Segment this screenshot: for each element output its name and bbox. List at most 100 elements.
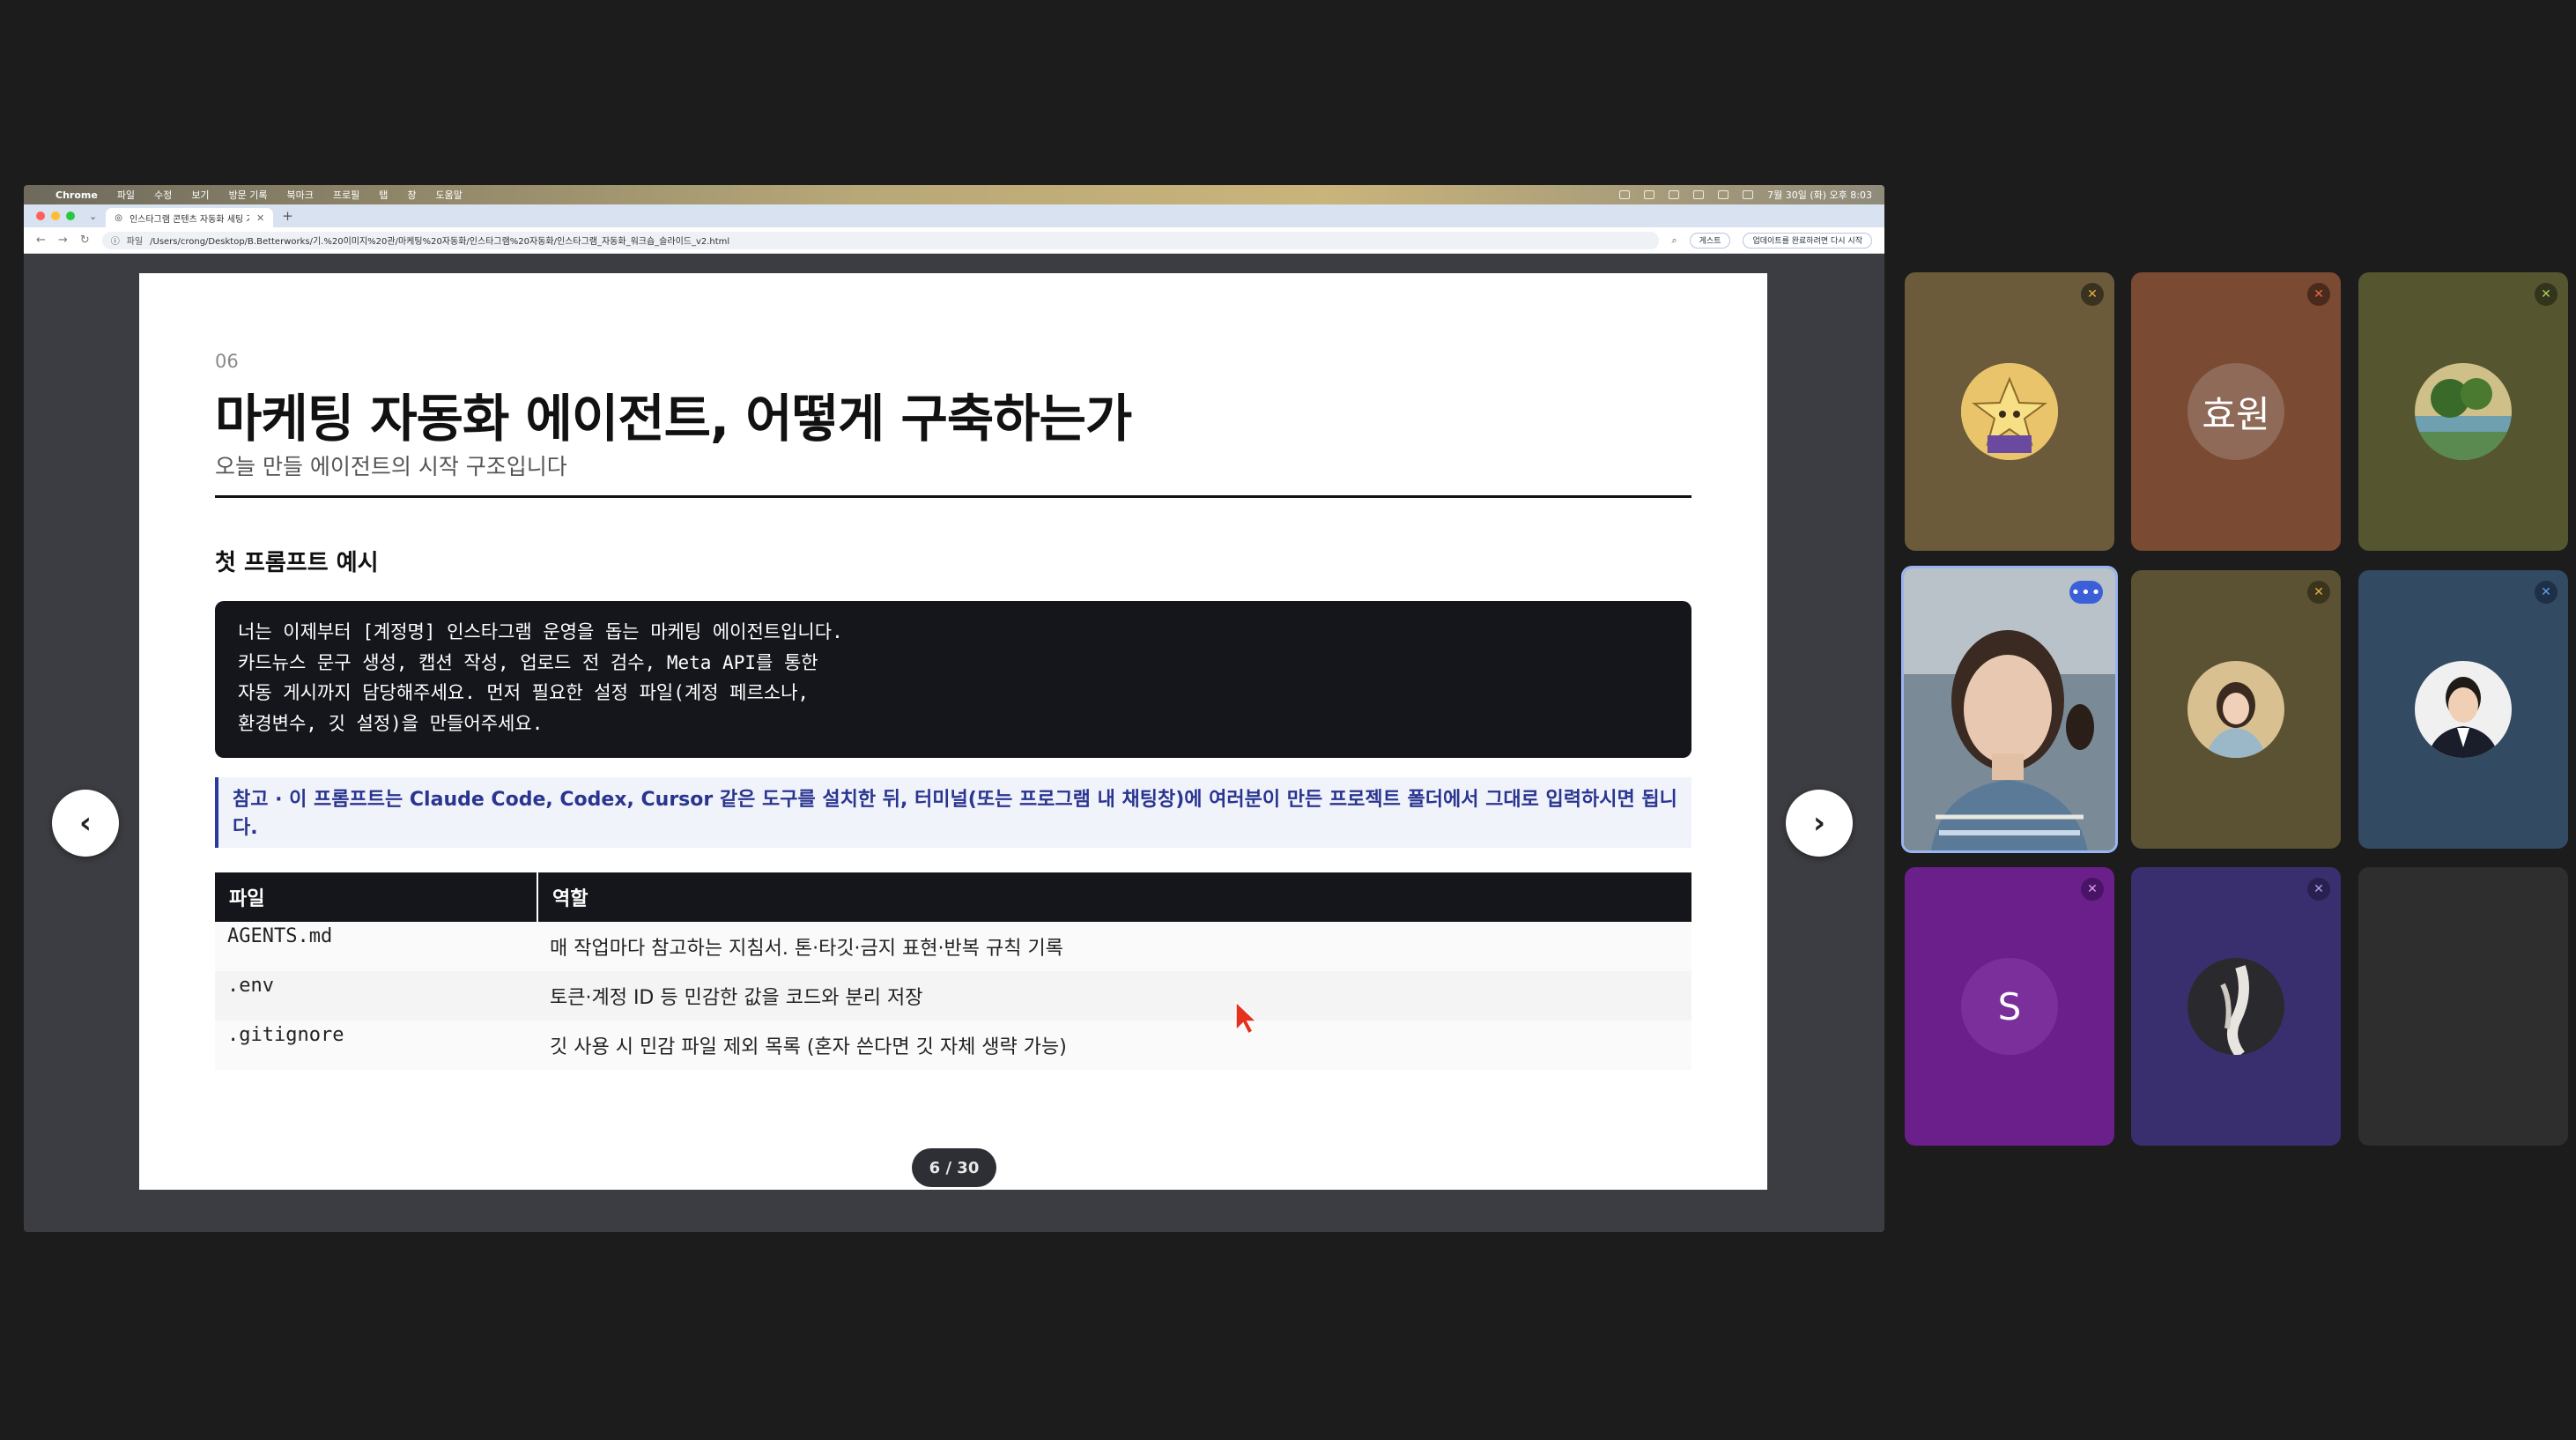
role-cell: 깃 사용 시 민감 파일 제외 목록 (혼자 쓴다면 깃 자체 생략 가능) — [537, 1021, 1691, 1070]
slide-number: 06 — [215, 351, 239, 372]
star-character-icon — [1961, 363, 2058, 460]
landscape-avatar-icon — [2415, 363, 2512, 460]
info-icon: ⓘ — [110, 237, 120, 247]
prev-slide-button[interactable]: ‹ — [52, 790, 119, 857]
slide: 06 마케팅 자동화 에이전트, 어떻게 구축하는가 오늘 만들 에이전트의 시… — [139, 273, 1767, 1190]
avatar — [1961, 363, 2058, 460]
mic-muted-icon: ✕ — [2307, 878, 2330, 901]
status-icon — [1669, 190, 1680, 199]
photo-avatar-icon — [2187, 661, 2284, 758]
code-line: 자동 게시까지 담당해주세요. 먼저 필요한 설정 파일(계정 페르소나, — [238, 682, 810, 703]
globe-icon: ◎ — [115, 212, 122, 223]
close-window-button[interactable] — [36, 212, 45, 220]
browser-tab[interactable]: ◎ 인스타그램 콘텐츠 자동화 세팅 가이 ✕ — [106, 208, 274, 227]
mic-muted-icon: ✕ — [2081, 878, 2104, 901]
page-viewport: 06 마케팅 자동화 에이전트, 어떻게 구축하는가 오늘 만들 에이전트의 시… — [24, 254, 1884, 1232]
participant-tile[interactable]: ✕ S — [1905, 867, 2114, 1146]
mac-menubar: Chrome 파일 수정 보기 방문 기록 북마크 프로필 탭 창 도움말 7월… — [24, 185, 1884, 204]
menu-item: 창 — [407, 189, 417, 201]
file-cell: .env — [215, 971, 537, 1021]
profile-chip[interactable]: 게스트 — [1689, 232, 1731, 249]
status-icon — [1693, 190, 1705, 199]
close-tab-icon[interactable]: ✕ — [256, 212, 264, 224]
menu-item: 방문 기록 — [228, 189, 268, 201]
man-avatar-icon — [2415, 661, 2512, 758]
slide-pager: 6 / 30 — [912, 1148, 996, 1187]
participant-tile[interactable]: ✕ — [2131, 570, 2341, 849]
menu-item: 북마크 — [286, 189, 314, 201]
dancer-avatar-icon — [2187, 958, 2284, 1055]
menu-item: 파일 — [116, 189, 136, 201]
url-input[interactable]: ⓘ 파일 /Users/crong/Desktop/B.Betterworks/… — [101, 231, 1660, 249]
shared-screen: Chrome 파일 수정 보기 방문 기록 북마크 프로필 탭 창 도움말 7월… — [24, 185, 1884, 1232]
tab-search-icon[interactable]: ⌄ — [89, 211, 97, 222]
url-text: /Users/crong/Desktop/B.Betterworks/기.%20… — [150, 237, 730, 247]
status-icon — [1619, 190, 1631, 199]
role-cell: 토큰·계정 ID 등 민감한 값을 코드와 분리 저장 — [537, 971, 1691, 1021]
tab-bar: ⌄ ◎ 인스타그램 콘텐츠 자동화 세팅 가이 ✕ + — [24, 204, 1884, 227]
mic-muted-icon: ✕ — [2535, 581, 2557, 604]
avatar-initial: S — [1961, 958, 2058, 1055]
status-icon — [1644, 190, 1655, 199]
address-bar: ← → ↻ ⓘ 파일 /Users/crong/Desktop/B.Better… — [24, 227, 1884, 254]
mic-muted-icon: ✕ — [2535, 283, 2557, 306]
app-name: Chrome — [56, 189, 98, 201]
mic-muted-icon: ✕ — [2307, 581, 2330, 604]
role-cell: 매 작업마다 참고하는 지침서. 톤·타깃·금지 표현·반복 규칙 기록 — [537, 922, 1691, 971]
new-tab-button[interactable]: + — [282, 208, 293, 224]
clock: 7월 30일 (화) 오후 8:03 — [1767, 189, 1872, 201]
slide-subtitle: 오늘 만들 에이전트의 시작 구조입니다 — [215, 454, 567, 479]
window-controls — [36, 212, 75, 220]
mic-muted-icon: ✕ — [2081, 283, 2104, 306]
participant-tile[interactable]: ✕ — [1905, 272, 2114, 551]
participant-tile[interactable]: ✕ — [2358, 272, 2568, 551]
reload-icon[interactable]: ↻ — [80, 234, 90, 247]
avatar — [2415, 363, 2512, 460]
note-callout: 참고 · 이 프롬프트는 Claude Code, Codex, Cursor … — [215, 777, 1691, 848]
slide-title: 마케팅 자동화 에이전트, 어떻게 구축하는가 — [215, 389, 1132, 449]
menu-item: 도움말 — [435, 189, 463, 201]
files-table: 파일 역할 AGENTS.md 매 작업마다 참고하는 지침서. 톤·타깃·금지… — [215, 872, 1691, 1070]
empty-participant-tile — [2358, 867, 2568, 1146]
wifi-icon — [1718, 190, 1729, 199]
table-header: 역할 — [537, 872, 1691, 922]
table-row: .env 토큰·계정 ID 등 민감한 값을 코드와 분리 저장 — [215, 971, 1691, 1021]
code-line: 너는 이제부터 [계정명] 인스타그램 운영을 돕는 마케팅 에이전트입니다. — [238, 621, 843, 642]
code-line: 환경변수, 깃 설정)을 만들어주세요. — [238, 712, 544, 734]
code-line: 카드뉴스 문구 생성, 캡션 작성, 업로드 전 검수, Meta API를 통… — [238, 651, 818, 673]
participant-video — [1904, 568, 2115, 850]
file-cell: AGENTS.md — [215, 922, 537, 971]
file-cell: .gitignore — [215, 1021, 537, 1070]
mic-muted-icon: ✕ — [2307, 283, 2330, 306]
avatar-initial: 효원 — [2187, 363, 2284, 460]
more-options-button[interactable]: ••• — [2069, 581, 2103, 604]
next-slide-button[interactable]: › — [1786, 790, 1853, 857]
chevron-right-icon: › — [1812, 805, 1825, 841]
battery-icon — [1743, 190, 1754, 199]
table-header: 파일 — [215, 872, 538, 922]
zoom-window-button[interactable] — [66, 212, 75, 220]
avatar — [2187, 661, 2284, 758]
participant-tile[interactable]: ✕ — [2358, 570, 2568, 849]
menu-item: 수정 — [154, 189, 173, 201]
mouse-cursor-icon — [1235, 1000, 1257, 1035]
back-icon[interactable]: ← — [36, 234, 46, 247]
omnibox-label: 파일 — [126, 237, 144, 247]
menu-item: 탭 — [379, 189, 389, 201]
status-area: 7월 30일 (화) 오후 8:03 — [1619, 188, 1872, 202]
participant-tile[interactable]: ✕ — [2131, 867, 2341, 1146]
zoom-icon[interactable]: ⌕ — [1671, 234, 1677, 247]
avatar — [2415, 661, 2512, 758]
table-row: AGENTS.md 매 작업마다 참고하는 지침서. 톤·타깃·금지 표현·반복… — [215, 922, 1691, 971]
update-chip[interactable]: 업데이트를 완료하려면 다시 시작 — [1743, 232, 1872, 249]
table-row: .gitignore 깃 사용 시 민감 파일 제외 목록 (혼자 쓴다면 깃 … — [215, 1021, 1691, 1070]
participant-video-tile[interactable]: ••• — [1901, 566, 2118, 853]
avatar — [2187, 958, 2284, 1055]
section-title: 첫 프롬프트 예시 — [215, 550, 379, 576]
participant-tile[interactable]: ✕ 효원 — [2131, 272, 2341, 551]
prompt-code-block: 너는 이제부터 [계정명] 인스타그램 운영을 돕는 마케팅 에이전트입니다. … — [215, 601, 1691, 758]
minimize-window-button[interactable] — [51, 212, 60, 220]
forward-icon[interactable]: → — [58, 234, 68, 247]
menu-item: 보기 — [191, 189, 210, 201]
chevron-left-icon: ‹ — [78, 805, 92, 841]
